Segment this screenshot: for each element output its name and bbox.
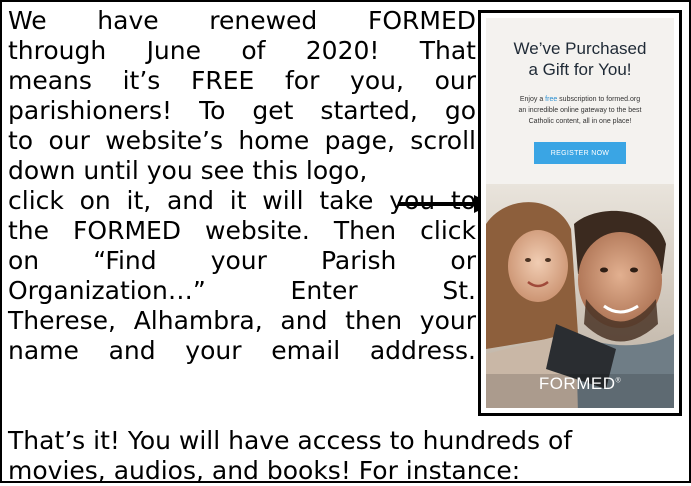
register-now-button[interactable]: REGISTER NOW xyxy=(534,142,626,164)
text-line: We have renewed FORMED xyxy=(8,6,476,35)
ad-desc-text: Enjoy a xyxy=(519,96,546,103)
text-line: down until you see this logo, xyxy=(8,156,368,185)
registered-mark: ® xyxy=(615,377,622,385)
ad-title-line: a Gift for You! xyxy=(528,60,632,79)
formed-logo-text: FORMED xyxy=(538,374,616,393)
article-text-full-width: That’s it! You will have access to hundr… xyxy=(8,426,684,486)
ad-free-link[interactable]: free xyxy=(545,96,557,103)
ad-description: Enjoy a free subscription to formed.org … xyxy=(492,94,668,127)
text-line: Organization…” Enter St. xyxy=(8,276,476,305)
ad-desc-text: an incredible online gateway to the best xyxy=(518,107,642,114)
text-line: That’s it! You will have access to hundr… xyxy=(8,426,573,455)
text-line: on “Find your Parish or xyxy=(8,246,476,275)
ad-panel: We’ve Purchased a Gift for You! Enjoy a … xyxy=(486,18,674,408)
text-line: movies, audios, and books! For instance: xyxy=(8,456,521,485)
text-line: the FORMED website. Then click xyxy=(8,216,476,245)
text-line: to our website’s home page, scroll xyxy=(8,126,476,155)
formed-ad-banner[interactable]: We’ve Purchased a Gift for You! Enjoy a … xyxy=(478,10,682,416)
text-line: name and your email address. xyxy=(8,336,476,365)
article-text: We have renewed FORMED through June of 2… xyxy=(8,6,476,366)
text-line: Therese, Alhambra, and then your xyxy=(8,306,476,335)
formed-logo: FORMED® xyxy=(486,374,674,394)
ad-title: We’ve Purchased a Gift for You! xyxy=(486,38,674,80)
ad-title-line: We’ve Purchased xyxy=(513,39,647,58)
text-line: means it’s FREE for you, our xyxy=(8,66,476,95)
ad-desc-text: Catholic content, all in one place! xyxy=(528,118,632,125)
text-line: parishioners! To get started, go xyxy=(8,96,476,125)
ad-desc-text: subscription to formed.org xyxy=(557,96,641,103)
text-line: through June of 2020! That xyxy=(8,36,476,65)
